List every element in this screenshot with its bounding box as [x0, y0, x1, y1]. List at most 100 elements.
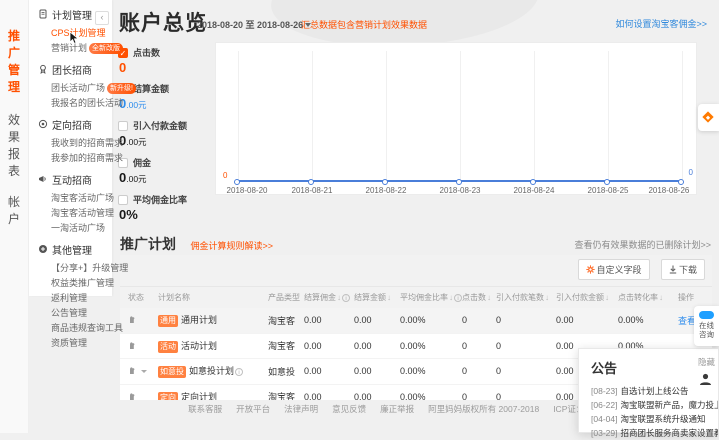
plan-name[interactable]: 通用计划 — [181, 315, 217, 325]
footer-link-open-platform[interactable]: 开放平台 — [236, 404, 270, 414]
sidebar-group-interactive: 互动招商 淘宝客活动广场 淘宝客活动管理 一淘活动广场 — [29, 172, 112, 235]
commission-help-link[interactable]: 如何设置淘宝客佣金>> — [615, 17, 707, 30]
table-header-row: 状态 计划名称 产品类型 结算佣金↓i 结算金额↓ 平均佣金比率↓i 点击数↓ … — [120, 286, 712, 308]
plan-type-badge: 如意投 — [158, 366, 186, 378]
document-icon — [38, 9, 48, 23]
customize-fields-button[interactable]: 自定义字段 — [578, 259, 650, 280]
info-icon: i — [235, 368, 243, 376]
sidebar-item-received-requests[interactable]: 我收到的招商需求 — [29, 135, 112, 150]
col-product-type: 产品类型 — [268, 293, 300, 302]
col-cvr[interactable]: 点击转化率 — [618, 293, 658, 302]
copyright-text: 阿里妈妈版权所有 2007-2018 — [428, 404, 539, 414]
alimama-dashboard: { "colors": {"accent": "#ff5000", "link_… — [0, 0, 719, 433]
summary-note: 汇总数据包含营销计划效果数据 — [301, 18, 427, 31]
plan-name[interactable]: 如意投计划 — [189, 366, 234, 376]
sidebar-item-taoke-activity-management[interactable]: 淘宝客活动管理 — [29, 205, 112, 220]
sidebar-group-header-other[interactable]: 其他管理 — [29, 242, 112, 260]
sort-icon[interactable]: ↓ — [449, 293, 453, 302]
commission-rule-link[interactable]: 佣金计算规则解读>> — [190, 241, 273, 251]
sidebar-item-rights-promotion[interactable]: 权益类推广管理 — [29, 275, 112, 290]
x-axis-tick-label: 2018-08-20 — [227, 186, 268, 195]
chart-data-point — [308, 179, 314, 185]
sidebar-group-label: 其他管理 — [52, 245, 92, 258]
x-axis-tick-label: 2018-08-26 — [648, 186, 689, 195]
status-toggle-icon[interactable] — [128, 316, 137, 326]
col-clicks[interactable]: 点击数 — [462, 293, 486, 302]
customer-service-icon[interactable] — [698, 372, 715, 389]
sidebar-item-announcement-management[interactable]: 公告管理 — [29, 305, 112, 320]
announcement-item[interactable]: [03-29]招商团长服务商卖家设置教程 — [591, 426, 718, 440]
sidebar-item-my-leader-activities[interactable]: 我报名的团长活动 — [29, 95, 112, 110]
date-range-selector[interactable]: 2018-08-20 至 2018-08-26 — [197, 18, 311, 31]
metric-selectors: ✓点击数 0 ✓结算金额 0.00元 引入付款金额 0.00元 佣金 0.00元… — [118, 46, 214, 229]
sidebar-item-leader-plaza[interactable]: 团长活动广场新升级! — [29, 80, 112, 95]
plan-name[interactable]: 活动计划 — [181, 341, 217, 351]
table-row: 通用通用计划 淘宝客 0.00 0.00 0.00% 0 0 0.00 0.00… — [120, 308, 712, 334]
chart-data-point — [604, 179, 610, 185]
megaphone-icon — [38, 174, 48, 188]
account-overview-header: 账户总览 2018-08-20 至 2018-08-26 汇总数据包含营销计划效… — [113, 0, 719, 42]
sort-icon[interactable]: ↓ — [545, 293, 549, 302]
tab-account[interactable]: 帐户 — [7, 194, 21, 228]
col-avg-rate[interactable]: 平均佣金比率 — [400, 293, 448, 302]
plan-name[interactable]: 定向计划 — [181, 392, 217, 400]
status-toggle-icon[interactable] — [128, 367, 137, 377]
primary-nav-tabbar: 推广管理 效果报表 帐户 — [0, 0, 29, 433]
status-toggle-icon[interactable] — [128, 342, 137, 352]
chart-grid-line — [460, 51, 461, 182]
sidebar-group-label: 团长招商 — [52, 65, 92, 78]
sidebar-item-rebate-management[interactable]: 返利管理 — [29, 290, 112, 305]
page-title: 账户总览 — [119, 7, 207, 37]
sort-icon[interactable]: ↓ — [337, 293, 341, 302]
chart-grid-line — [386, 51, 387, 182]
col-settle-amount[interactable]: 结算金额 — [354, 293, 386, 302]
sidebar-item-joined-requests[interactable]: 我参加的招商需求 — [29, 150, 112, 165]
gear-icon — [586, 265, 595, 274]
col-actions: 操作 — [678, 293, 694, 302]
col-settle-commission[interactable]: 结算佣金 — [304, 293, 336, 302]
footer-link-legal[interactable]: 法律声明 — [284, 404, 318, 414]
tab-promotion-management[interactable]: 推广管理 — [7, 0, 21, 96]
chart-grid-line — [312, 51, 313, 182]
status-dropdown-icon[interactable] — [141, 370, 147, 373]
announcement-item[interactable]: [04-04]淘宝联盟系统升级通知 — [591, 412, 718, 426]
download-button[interactable]: 下载 — [661, 259, 705, 280]
sidebar-group-header-interactive[interactable]: 互动招商 — [29, 172, 112, 190]
chart-grid-line — [608, 51, 609, 182]
online-chat-widget[interactable]: 在线咨询 — [694, 306, 719, 346]
sort-icon[interactable]: ↓ — [605, 293, 609, 302]
footer-link-contact[interactable]: 联系客服 — [188, 404, 222, 414]
sort-icon[interactable]: ↓ — [659, 293, 663, 302]
plan-type-badge: 定向 — [158, 392, 178, 400]
metric-avg-commission-rate: 平均佣金比率 0% — [118, 193, 214, 222]
col-pay-orders[interactable]: 引入付款笔数 — [496, 293, 544, 302]
sidebar-item-item-violation-tool[interactable]: 商品违规查询工具 — [29, 320, 112, 335]
overview-chart-panel: 2018-08-202018-08-212018-08-222018-08-23… — [215, 42, 697, 195]
sidebar-collapse-button[interactable]: ‹ — [95, 11, 109, 25]
deleted-plans-link[interactable]: 查看仍有效果数据的已删除计划>> — [574, 238, 711, 251]
clicks-value: 0 — [119, 60, 126, 75]
hide-announcements-button[interactable]: 隐藏 — [698, 356, 715, 368]
download-icon — [669, 265, 677, 274]
avg-commission-rate-checkbox[interactable] — [118, 195, 128, 205]
quick-nav-tab[interactable] — [698, 104, 719, 131]
pay-amount-checkbox[interactable] — [118, 121, 128, 131]
sidebar-group-header-leader[interactable]: 团长招商 — [29, 62, 112, 80]
sort-icon[interactable]: ↓ — [487, 293, 491, 302]
footer-link-feedback[interactable]: 意见反馈 — [332, 404, 366, 414]
sidebar-item-share-plus-upgrade[interactable]: 【分享+】升级管理 — [29, 260, 112, 275]
chart-data-point — [456, 179, 462, 185]
footer-link-integrity-report[interactable]: 廉正举报 — [380, 404, 414, 414]
sidebar-item-taoke-activity-plaza[interactable]: 淘宝客活动广场 — [29, 190, 112, 205]
status-toggle-icon[interactable] — [128, 393, 137, 400]
col-pay-amount[interactable]: 引入付款金额 — [556, 293, 604, 302]
announcement-item[interactable]: [06-22]淘宝联盟新产品，魔力投上线啦... — [591, 398, 718, 412]
sidebar-item-etao-activity-plaza[interactable]: 一淘活动广场 — [29, 220, 112, 235]
sidebar-group-leader: 团长招商 团长活动广场新升级! 我报名的团长活动 — [29, 62, 112, 110]
x-axis-tick-label: 2018-08-24 — [514, 186, 555, 195]
tab-effect-report[interactable]: 效果报表 — [7, 112, 21, 180]
sidebar-item-qualification-management[interactable]: 资质管理 — [29, 335, 112, 350]
sort-icon[interactable]: ↓ — [387, 293, 391, 302]
chart-plot: 2018-08-202018-08-212018-08-222018-08-23… — [238, 51, 682, 182]
sidebar-group-header-targeted[interactable]: 定向招商 — [29, 117, 112, 135]
